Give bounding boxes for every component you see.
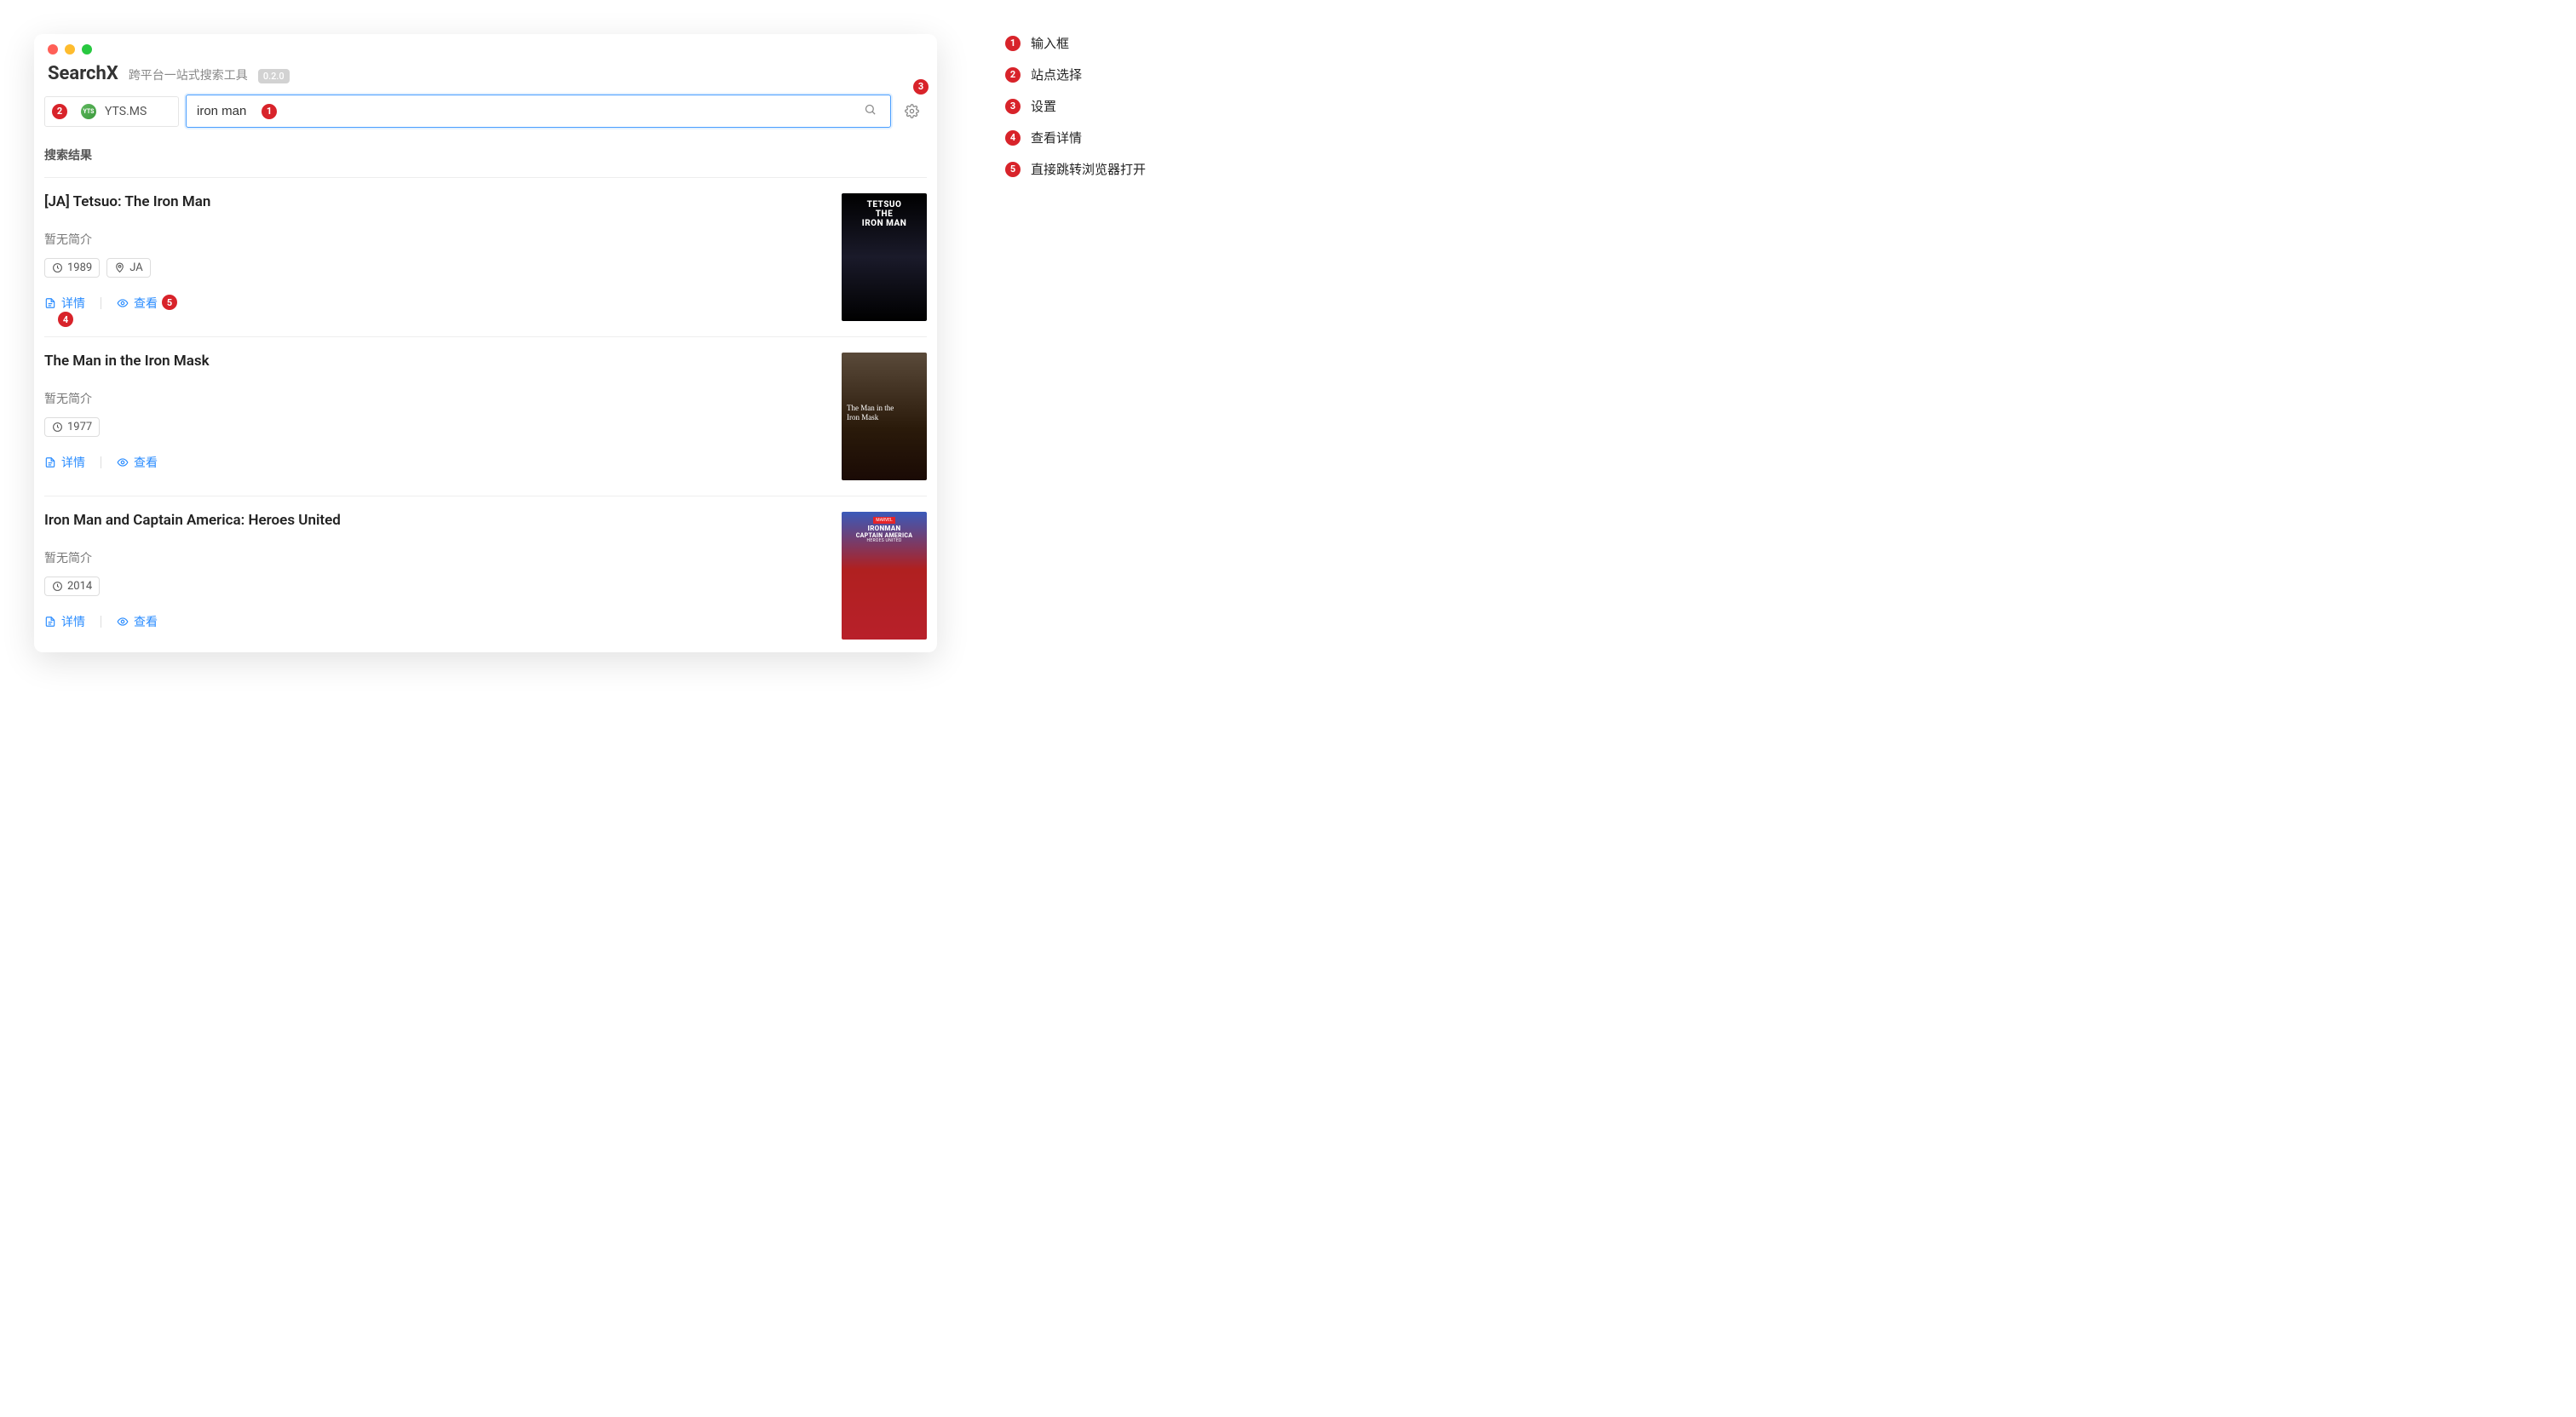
legend-text: 设置 (1031, 97, 1056, 115)
legend-badge: 2 (1005, 67, 1021, 83)
legend-badge: 5 (1005, 162, 1021, 177)
legend-item: 2 站点选择 (1005, 66, 1146, 83)
result-poster: The Man in the Iron Mask (842, 353, 927, 480)
legend-text: 输入框 (1031, 34, 1069, 52)
file-icon (44, 616, 56, 628)
legend-badge: 3 (1005, 99, 1021, 114)
callout-badge-2: 2 (52, 104, 67, 119)
legend-item: 1 输入框 (1005, 34, 1146, 52)
view-button[interactable]: 查看 (117, 454, 158, 471)
site-select[interactable]: 2 YTS YTS.MS (44, 96, 179, 127)
app-window: SearchX 跨平台一站式搜索工具 0.2.0 2 YTS YTS.MS 1 … (34, 34, 937, 652)
file-icon (44, 297, 56, 309)
maximize-window-button[interactable] (82, 44, 92, 54)
app-name: SearchX (48, 63, 118, 84)
legend-item: 3 设置 (1005, 97, 1146, 115)
clock-icon (52, 422, 63, 433)
result-summary: 暂无简介 (44, 390, 828, 407)
callout-badge-3: 3 (913, 79, 929, 95)
detail-button[interactable]: 详情 (44, 613, 85, 630)
minimize-window-button[interactable] (65, 44, 75, 54)
settings-button[interactable]: 3 (896, 96, 927, 127)
annotation-legend: 1 输入框 2 站点选择 3 设置 4 查看详情 5 直接跳转浏览器打开 (1005, 34, 1146, 192)
result-item: [JA] Tetsuo: The Iron Man 暂无简介 1989 JA (44, 177, 927, 336)
traffic-lights (48, 44, 92, 54)
callout-badge-4: 4 (58, 312, 73, 327)
clock-icon (52, 581, 63, 592)
legend-badge: 4 (1005, 130, 1021, 146)
toolbar: 2 YTS YTS.MS 1 3 (34, 95, 937, 141)
clock-icon (52, 262, 63, 273)
result-item: The Man in the Iron Mask 暂无简介 1977 详情 (44, 336, 927, 496)
result-title: [JA] Tetsuo: The Iron Man (44, 193, 828, 210)
result-title: The Man in the Iron Mask (44, 353, 828, 370)
search-field-wrap: 1 (186, 95, 891, 128)
region-badge: JA (106, 258, 151, 278)
close-window-button[interactable] (48, 44, 58, 54)
year-badge: 2014 (44, 577, 100, 596)
site-icon: YTS (81, 104, 96, 119)
result-summary: 暂无简介 (44, 231, 828, 248)
view-button[interactable]: 查看 (117, 613, 158, 630)
result-poster: TETSUO THE IRON MAN (842, 193, 927, 321)
gear-icon (905, 104, 919, 118)
results-section-title: 搜索结果 (44, 141, 927, 177)
search-icon[interactable] (860, 100, 880, 123)
app-tagline: 跨平台一站式搜索工具 (129, 66, 248, 83)
legend-item: 4 查看详情 (1005, 129, 1146, 146)
results-scroll-container[interactable]: 搜索结果 [JA] Tetsuo: The Iron Man 暂无简介 1989… (34, 141, 937, 652)
detail-button[interactable]: 详情 (44, 295, 85, 312)
legend-badge: 1 (1005, 36, 1021, 51)
location-icon (114, 262, 125, 273)
legend-text: 查看详情 (1031, 129, 1082, 146)
version-badge: 0.2.0 (258, 69, 290, 83)
view-button[interactable]: 查看 (117, 295, 158, 312)
callout-badge-1: 1 (262, 104, 277, 119)
callout-badge-5: 5 (162, 295, 177, 310)
result-item: Iron Man and Captain America: Heroes Uni… (44, 496, 927, 652)
year-badge: 1977 (44, 417, 100, 437)
result-title: Iron Man and Captain America: Heroes Uni… (44, 512, 828, 529)
legend-text: 直接跳转浏览器打开 (1031, 160, 1146, 178)
year-badge: 1989 (44, 258, 100, 278)
search-input[interactable] (197, 95, 860, 127)
detail-button[interactable]: 详情 (44, 454, 85, 471)
eye-icon (117, 297, 129, 309)
legend-text: 站点选择 (1031, 66, 1082, 83)
legend-item: 5 直接跳转浏览器打开 (1005, 160, 1146, 178)
file-icon (44, 456, 56, 468)
result-summary: 暂无简介 (44, 549, 828, 566)
eye-icon (117, 456, 129, 468)
titlebar (34, 34, 937, 63)
site-select-label: YTS.MS (105, 105, 147, 118)
app-header: SearchX 跨平台一站式搜索工具 0.2.0 (34, 63, 937, 95)
eye-icon (117, 616, 129, 628)
result-poster: MARVEL IRONMAN CAPTAIN AMERICA HEROES UN… (842, 512, 927, 640)
